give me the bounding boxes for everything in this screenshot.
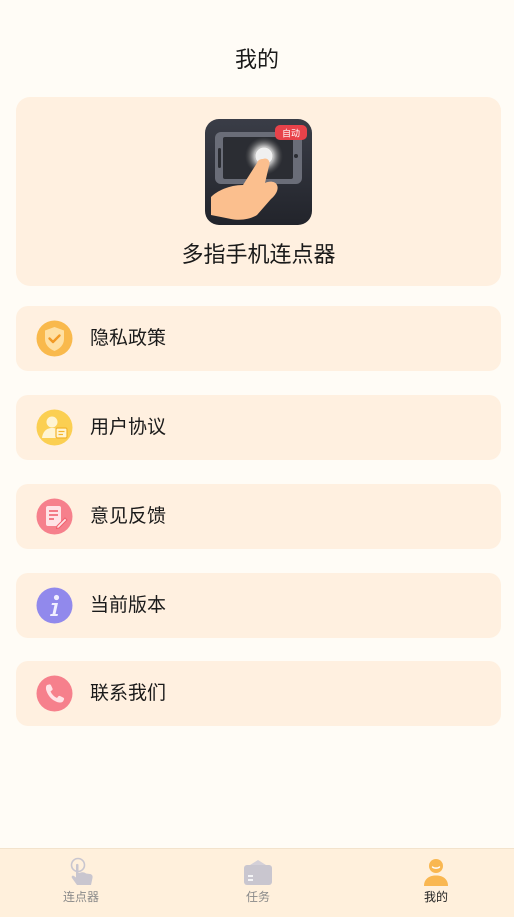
tab-clicker-label: 连点器 bbox=[62, 890, 99, 904]
feedback-item[interactable]: 意见反馈 bbox=[16, 484, 501, 549]
app-info-card: 自动 多指手机连点器 bbox=[16, 97, 501, 286]
user-profile-icon bbox=[424, 859, 448, 886]
briefcase-icon bbox=[244, 860, 272, 885]
tab-clicker[interactable]: 连点器 bbox=[21, 849, 141, 917]
profile-page: 我的 自动 多指手机连点器 隐私政策 用户协议 意见反馈 当前版本 联系我们 连… bbox=[0, 0, 514, 917]
privacy-policy-label: 隐私政策 bbox=[90, 327, 167, 349]
edit-document-icon bbox=[36, 498, 73, 535]
app-logo-icon: 自动 bbox=[205, 119, 312, 225]
contact-us-item[interactable]: 联系我们 bbox=[16, 661, 501, 726]
current-version-label: 当前版本 bbox=[90, 594, 167, 616]
tap-hand-icon bbox=[70, 857, 93, 885]
page-title: 我的 bbox=[234, 48, 279, 73]
feedback-label: 意见反馈 bbox=[90, 505, 167, 527]
phone-icon bbox=[36, 675, 73, 712]
tab-mine[interactable]: 我的 bbox=[376, 849, 496, 917]
auto-badge-label: 自动 bbox=[282, 128, 300, 140]
app-name: 多指手机连点器 bbox=[181, 243, 336, 268]
info-icon bbox=[36, 587, 73, 624]
tab-mine-label: 我的 bbox=[423, 890, 448, 904]
tab-tasks[interactable]: 任务 bbox=[198, 849, 318, 917]
user-card-icon bbox=[36, 409, 73, 446]
shield-check-icon bbox=[36, 320, 73, 357]
current-version-item[interactable]: 当前版本 bbox=[16, 573, 501, 638]
contact-us-label: 联系我们 bbox=[90, 682, 167, 704]
user-agreement-label: 用户协议 bbox=[90, 416, 167, 438]
tab-tasks-label: 任务 bbox=[245, 890, 270, 904]
bottom-tab-bar: 连点器 任务 我的 bbox=[0, 848, 514, 917]
user-agreement-item[interactable]: 用户协议 bbox=[16, 395, 501, 460]
privacy-policy-item[interactable]: 隐私政策 bbox=[16, 306, 501, 371]
